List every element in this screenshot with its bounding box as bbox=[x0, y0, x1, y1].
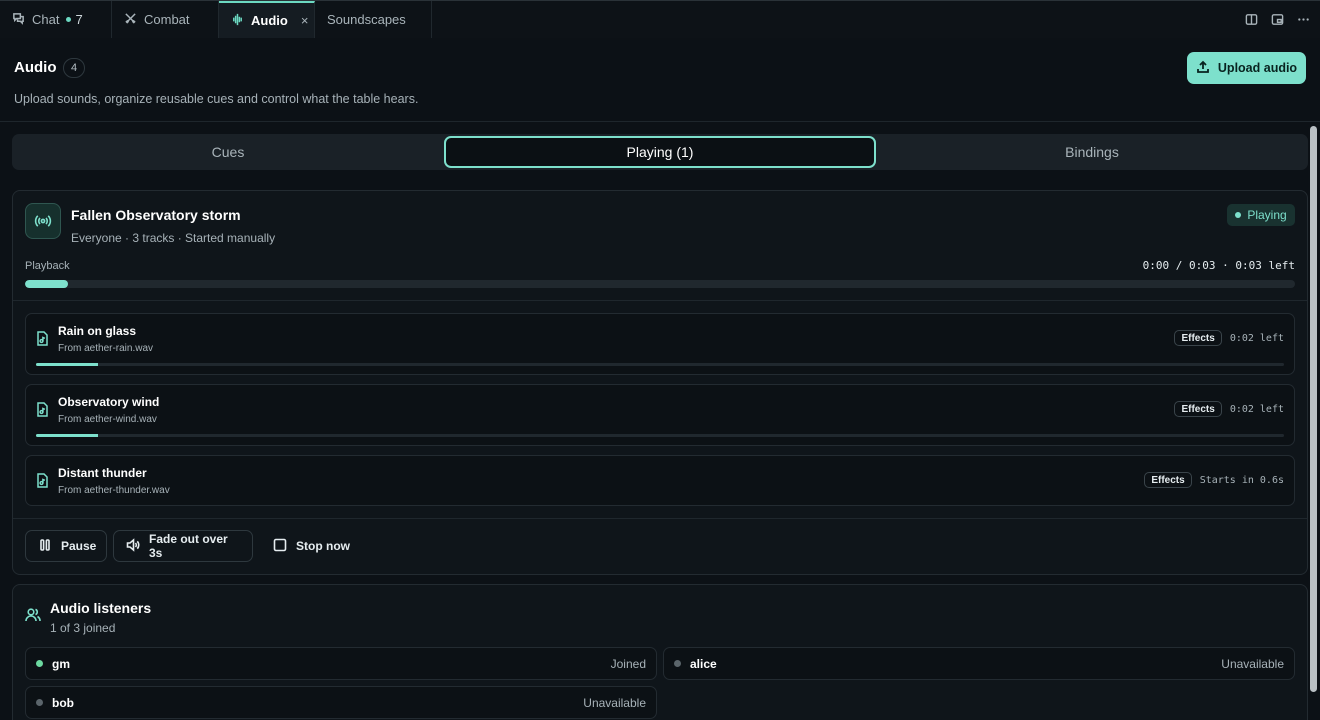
listeners-subtitle: 1 of 3 joined bbox=[50, 621, 116, 635]
tab-soundscapes[interactable]: Soundscapes bbox=[315, 1, 432, 38]
playing-cue-card: Fallen Observatory storm Everyone · 3 tr… bbox=[12, 190, 1308, 575]
track-status: Starts in 0.6s bbox=[1199, 474, 1284, 486]
playback-progress-bar[interactable] bbox=[25, 280, 1295, 288]
track-name: Observatory wind bbox=[58, 395, 160, 409]
stop-now-button[interactable]: Stop now bbox=[259, 530, 362, 562]
track-status: 0:02 left bbox=[1229, 403, 1284, 415]
more-icon[interactable] bbox=[1296, 13, 1310, 27]
speaker-icon bbox=[126, 537, 140, 555]
cue-name: Fallen Observatory storm bbox=[71, 207, 241, 223]
track-row: Observatory wind From aether-wind.wav Ef… bbox=[25, 384, 1295, 446]
track-controls: Effects 0:02 left bbox=[1174, 401, 1284, 417]
presence-dot bbox=[674, 660, 681, 667]
listener-row: gm Joined bbox=[25, 647, 657, 680]
page-subtitle: Upload sounds, organize reusable cues an… bbox=[14, 92, 419, 106]
audio-listeners-card: Audio listeners 1 of 3 joined gm Joined … bbox=[12, 584, 1308, 720]
cue-meta: Everyone · 3 tracks · Started manually bbox=[71, 231, 276, 245]
effects-button[interactable]: Effects bbox=[1174, 401, 1222, 417]
status-label: Playing bbox=[1247, 208, 1287, 222]
track-progress-bar bbox=[36, 363, 1284, 366]
waveform-icon bbox=[231, 13, 244, 29]
swords-icon bbox=[124, 12, 137, 28]
playback-label: Playback bbox=[25, 260, 70, 272]
tab-chat-badge: 7 bbox=[75, 12, 83, 27]
playback-time: 0:00 / 0:03 · 0:03 left bbox=[1142, 259, 1295, 272]
tab-bar: Chat 7 Combat Audio × Soundscapes bbox=[0, 0, 1320, 38]
audio-file-icon bbox=[36, 402, 49, 417]
page-header: Audio 4 Upload sounds, organize reusable… bbox=[0, 38, 1320, 122]
pause-label: Pause bbox=[61, 539, 97, 553]
track-row: Distant thunder From aether-thunder.wav … bbox=[25, 455, 1295, 506]
tab-audio[interactable]: Audio × bbox=[219, 1, 315, 38]
segment-bindings[interactable]: Bindings bbox=[876, 134, 1308, 170]
stop-now-label: Stop now bbox=[296, 539, 350, 553]
audio-file-icon bbox=[36, 473, 49, 488]
playback-actions: Pause Fade out over 3s Stop now bbox=[25, 530, 362, 562]
listeners-title: Audio listeners bbox=[50, 600, 152, 616]
pause-icon bbox=[38, 538, 52, 555]
audio-file-icon bbox=[36, 331, 49, 346]
track-name: Rain on glass bbox=[58, 324, 137, 338]
tab-combat-label: Combat bbox=[144, 12, 190, 27]
fade-out-button[interactable]: Fade out over 3s bbox=[113, 530, 253, 562]
segment-cues[interactable]: Cues bbox=[12, 134, 444, 170]
track-status: 0:02 left bbox=[1229, 332, 1284, 344]
broadcast-icon bbox=[25, 203, 61, 239]
count-badge: 4 bbox=[63, 58, 85, 78]
track-source: From aether-wind.wav bbox=[58, 414, 157, 425]
divider bbox=[13, 518, 1307, 519]
track-controls: Effects 0:02 left bbox=[1174, 330, 1284, 346]
tab-audio-label: Audio bbox=[251, 13, 288, 28]
fade-out-label: Fade out over 3s bbox=[149, 532, 228, 560]
track-progress-fill bbox=[36, 363, 99, 366]
tab-combat[interactable]: Combat bbox=[112, 1, 219, 38]
listener-row: bob Unavailable bbox=[25, 686, 657, 719]
close-icon[interactable]: × bbox=[301, 13, 309, 28]
listener-name: gm bbox=[52, 657, 70, 671]
page-title: Audio bbox=[14, 59, 57, 76]
upload-audio-button[interactable]: Upload audio bbox=[1187, 52, 1306, 84]
track-source: From aether-rain.wav bbox=[58, 343, 154, 354]
track-progress-fill bbox=[36, 434, 99, 437]
popout-icon[interactable] bbox=[1270, 13, 1284, 27]
listener-state: Unavailable bbox=[583, 696, 646, 710]
listener-name: bob bbox=[52, 696, 74, 710]
status-dot bbox=[1235, 212, 1242, 218]
window-controls bbox=[1244, 1, 1310, 38]
listener-state: Unavailable bbox=[1221, 657, 1284, 671]
upload-icon bbox=[1196, 60, 1210, 77]
tab-soundscapes-label: Soundscapes bbox=[327, 12, 406, 27]
track-name: Distant thunder bbox=[58, 466, 147, 480]
listener-row: alice Unavailable bbox=[663, 647, 1295, 680]
effects-button[interactable]: Effects bbox=[1174, 330, 1222, 346]
divider bbox=[13, 300, 1307, 301]
playback-progress-fill bbox=[25, 280, 69, 288]
tab-chat[interactable]: Chat 7 bbox=[0, 1, 112, 38]
tab-chat-label: Chat bbox=[32, 12, 60, 27]
listener-name: alice bbox=[690, 657, 717, 671]
track-source: From aether-thunder.wav bbox=[58, 485, 170, 496]
view-switcher: Cues Playing (1) Bindings bbox=[12, 134, 1308, 170]
scrollbar[interactable] bbox=[1310, 122, 1318, 720]
status-badge: Playing bbox=[1227, 204, 1295, 226]
upload-audio-label: Upload audio bbox=[1217, 61, 1298, 75]
track-controls: Effects Starts in 0.6s bbox=[1144, 472, 1284, 488]
listener-state: Joined bbox=[610, 657, 646, 671]
scrollbar-thumb[interactable] bbox=[1310, 126, 1317, 692]
stop-icon bbox=[273, 538, 287, 555]
track-row: Rain on glass From aether-rain.wav Effec… bbox=[25, 313, 1295, 375]
effects-button[interactable]: Effects bbox=[1144, 472, 1192, 488]
chat-icon bbox=[12, 12, 25, 28]
pause-button[interactable]: Pause bbox=[25, 530, 107, 562]
unread-dot bbox=[66, 17, 72, 22]
users-icon bbox=[25, 607, 41, 623]
split-view-icon[interactable] bbox=[1244, 13, 1258, 27]
track-progress-bar bbox=[36, 434, 1284, 437]
presence-dot bbox=[36, 660, 43, 667]
presence-dot bbox=[36, 699, 43, 706]
segment-playing[interactable]: Playing (1) bbox=[444, 136, 876, 168]
